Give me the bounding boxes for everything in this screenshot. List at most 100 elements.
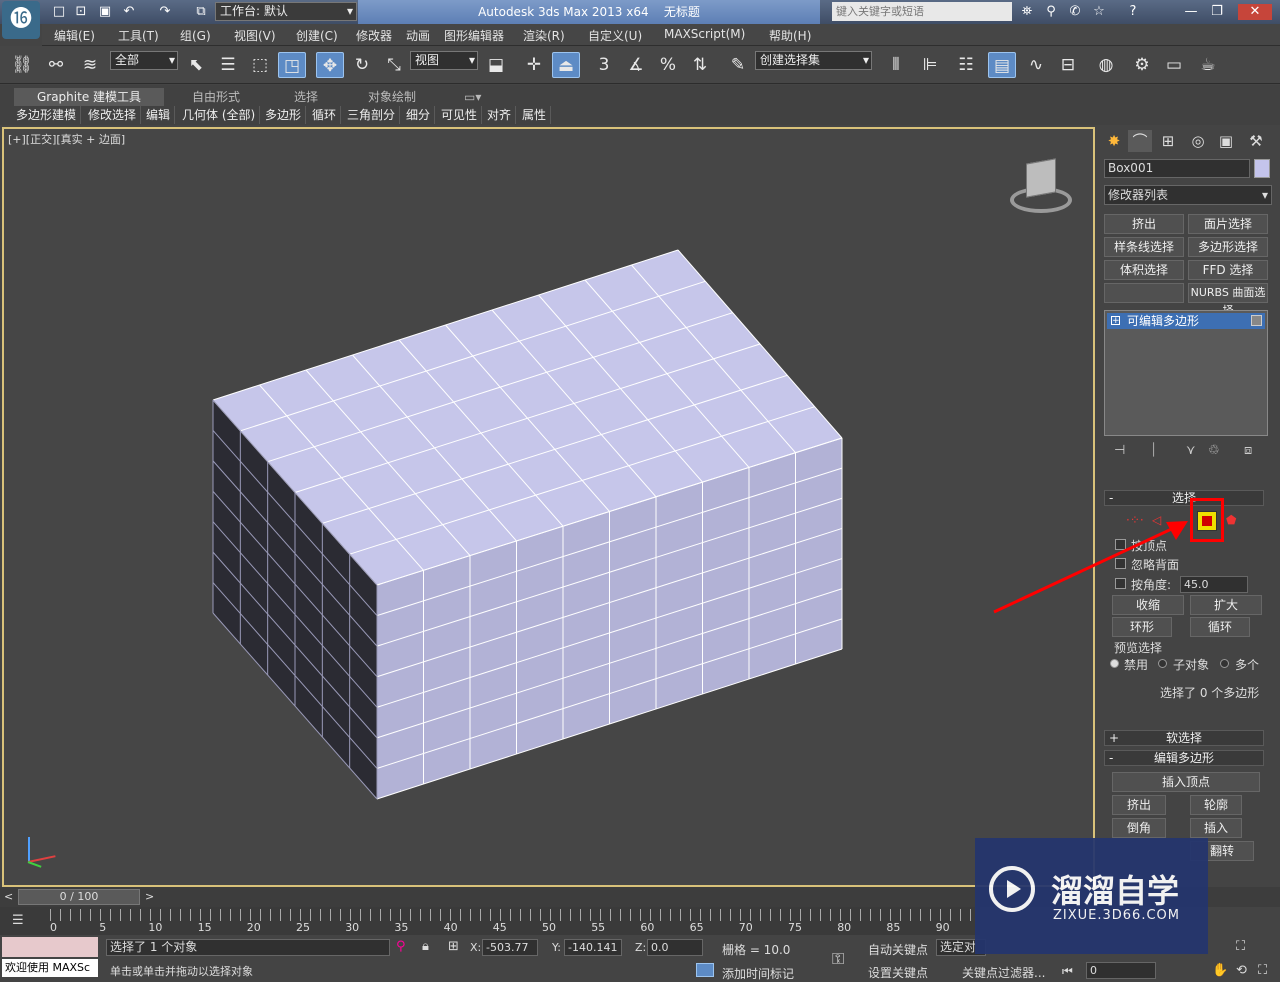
select-move-icon[interactable]: ✥ [316,52,344,78]
object-name-field[interactable]: Box001 [1104,159,1250,178]
undo-icon[interactable]: ↶ [120,4,138,20]
rendered-frame-icon[interactable]: ▭ [1160,52,1188,78]
mini-curve-icon[interactable]: ☰ [12,913,24,928]
mod-btn-poly-select[interactable]: 多边形选择 [1188,237,1268,257]
modifier-list-dropdown[interactable]: 修改器列表 ▾ [1104,185,1272,205]
unlink-icon[interactable]: ⚯ [42,52,70,78]
element-subobject-icon[interactable]: ⬟ [1226,513,1236,527]
render-teapot-icon[interactable]: ☕ [1194,52,1222,78]
ribbon-polygon-modeling[interactable]: 多边形建模 [12,106,82,124]
layer-manager-icon[interactable]: ☷ [952,52,980,78]
bevel-button[interactable]: 倒角 [1112,818,1166,838]
snaps-toggle-icon[interactable]: 3 [590,52,618,78]
stack-toggle-icon[interactable] [1251,315,1262,326]
isolate-selection-icon[interactable]: ⚲ [396,939,406,954]
hierarchy-tab-icon[interactable]: ⊞ [1156,130,1180,152]
ribbon-properties[interactable]: 属性 [518,106,552,124]
preview-subobj-radio[interactable] [1158,659,1167,668]
x-coordinate-field[interactable]: -503.77 [482,939,538,956]
selection-filter-dropdown[interactable]: 全部 ▾ [110,51,178,70]
preview-off-radio[interactable] [1110,659,1119,668]
material-editor-icon[interactable]: ◍ [1092,52,1120,78]
z-coordinate-field[interactable]: 0.0 [647,939,703,956]
ref-coord-dropdown[interactable]: 视图 ▾ [410,51,478,70]
modifier-stack[interactable]: + 可编辑多边形 [1104,310,1268,436]
ribbon-loops[interactable]: 循环 [308,106,342,124]
select-object-icon[interactable]: ⬉ [182,52,210,78]
time-tag-icon[interactable] [696,963,714,977]
modify-tab-icon[interactable]: ⌒ [1128,130,1152,152]
set-key-button[interactable]: 设置关键点 [868,964,928,981]
ribbon-align[interactable]: 对齐 [483,106,517,124]
workspace-dropdown[interactable]: 工作台: 默认 ▾ [215,2,357,21]
menu-modifiers[interactable]: 修改器 [356,27,392,44]
tab-freeform[interactable]: 自由形式 [192,88,240,106]
rollout-edit-polygons-header[interactable]: - 编辑多边形 [1104,750,1264,766]
time-next-icon[interactable]: > [145,890,154,903]
keyboard-shortcut-toggle-icon[interactable]: ⏏ [552,52,580,78]
angle-snap-icon[interactable]: ∡ [622,52,650,78]
menu-animation[interactable]: 动画 [406,27,430,44]
expand-icon[interactable]: + [1111,316,1120,326]
menu-views[interactable]: 视图(V) [234,27,276,44]
ring-button[interactable]: 环形 [1112,617,1172,637]
help-icon[interactable]: ? [1124,4,1142,20]
align-icon[interactable]: ⊫ [916,52,944,78]
time-prev-icon[interactable]: < [4,890,13,903]
binoculars-icon[interactable]: ⛯ [1018,4,1036,20]
mod-btn-spline-select[interactable]: 样条线选择 [1104,237,1184,257]
go-to-start-icon[interactable]: ⏮ [1062,964,1073,979]
graphite-toggle-icon[interactable]: ▤ [988,52,1016,78]
motion-tab-icon[interactable]: ◎ [1186,130,1210,152]
mod-btn-patch-select[interactable]: 面片选择 [1188,214,1268,234]
set-key-icon[interactable]: ⚿ [832,949,844,969]
select-scale-icon[interactable]: ⤡ [380,52,408,78]
app-logo[interactable]: ⓰ [2,1,40,39]
utilities-tab-icon[interactable]: ⚒ [1244,130,1268,152]
favorites-star-icon[interactable]: ☆ [1090,4,1108,20]
subscription-icon[interactable]: ⚲ [1042,4,1060,20]
menu-maxscript[interactable]: MAXScript(M) [664,27,745,41]
rectangular-selection-icon[interactable]: ⬚ [246,52,274,78]
maximize-viewport-icon[interactable]: ⛶ [1258,963,1267,978]
loop-button[interactable]: 循环 [1190,617,1250,637]
mod-btn-extrude[interactable]: 挤出 [1104,214,1184,234]
ribbon-subdivision[interactable]: 细分 [402,106,436,124]
maxscript-mini-listener[interactable]: 欢迎使用 MAXSc [2,959,98,977]
remove-modifier-icon[interactable]: ♲ [1208,443,1220,458]
show-end-result-icon[interactable]: ⏐ [1150,443,1157,458]
object-color-swatch[interactable] [1254,159,1270,178]
zoom-extents-icon[interactable]: ⛶ [1236,939,1245,954]
insert-vertex-button[interactable]: 插入顶点 [1112,772,1260,792]
key-filters-button[interactable]: 关键点过滤器... [962,964,1045,981]
ribbon-tris[interactable]: 三角剖分 [343,106,401,124]
close-icon[interactable]: ✕ [1238,4,1272,20]
time-slider-thumb[interactable]: 0 / 100 [18,889,140,905]
menu-rendering[interactable]: 渲染(R) [523,27,565,44]
create-tab-icon[interactable]: ✸ [1102,130,1126,152]
mod-btn-vol-select[interactable]: 体积选择 [1104,260,1184,280]
link-icon[interactable]: ⛓ [8,52,36,78]
mod-btn-nurbs-select[interactable]: NURBS 曲面选择 [1188,283,1268,317]
tab-object-paint[interactable]: 对象绘制 [368,88,416,106]
inset-button[interactable]: 插入 [1190,818,1242,838]
ribbon-options-icon[interactable]: ▭▾ [464,88,481,106]
percent-snap-icon[interactable]: % [654,52,682,78]
project-folder-icon[interactable]: ⧉ [192,4,210,20]
render-setup-icon[interactable]: ⚙ [1128,52,1156,78]
menu-customize[interactable]: 自定义(U) [588,27,642,44]
ribbon-visibility[interactable]: 可见性 [437,106,483,124]
add-time-tag[interactable]: 添加时间标记 [722,965,794,982]
search-input[interactable]: 键入关键字或短语 [832,2,1012,21]
stack-item-editable-poly[interactable]: + 可编辑多边形 [1107,313,1265,329]
ribbon-geometry-all[interactable]: 几何体 (全部) [178,106,261,124]
select-rotate-icon[interactable]: ↻ [348,52,376,78]
menu-group[interactable]: 组(G) [180,27,211,44]
perspective-viewport[interactable]: [+][正交][真实 + 边面] [2,127,1095,887]
spinner-snap-icon[interactable]: ⇅ [686,52,714,78]
maxscript-listener-pink[interactable] [2,937,98,957]
new-file-icon[interactable]: □ [50,4,68,20]
open-file-icon[interactable]: ⊡ [72,4,90,20]
grow-button[interactable]: 扩大 [1190,595,1262,615]
redo-icon[interactable]: ↷ [156,4,174,20]
